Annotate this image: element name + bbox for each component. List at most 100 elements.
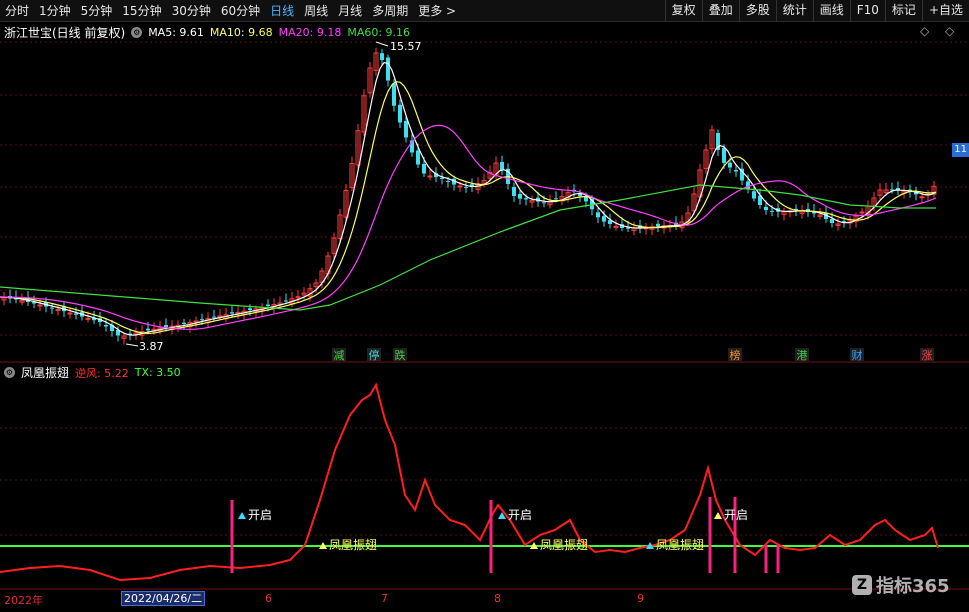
stock-title[interactable]: 浙江世宝(日线 前复权) <box>4 24 125 41</box>
chart-canvas[interactable]: 15.573.87 减停跌榜港财涨 开启凤凰振翅开启凤凰振翅 凤凰振翅开启 <box>0 0 969 612</box>
signal-text: 开启 <box>248 508 272 522</box>
watermark-text: 指标365 <box>876 576 950 597</box>
watermark: Z 指标365 <box>852 572 950 598</box>
period-tab-6[interactable]: 日线 <box>265 2 299 19</box>
event-marker-0: 减 <box>334 349 345 362</box>
candle-body <box>416 150 420 165</box>
candle-body <box>85 317 91 320</box>
signal-triangle-icon <box>238 512 246 519</box>
candle-body <box>919 196 925 199</box>
candle-body <box>500 161 504 171</box>
expand-icon[interactable]: ◇ <box>945 24 954 38</box>
high-pointer <box>375 41 389 47</box>
event-marker-6: 涨 <box>922 349 933 362</box>
candle-body <box>55 309 61 311</box>
low-pointer <box>125 343 139 347</box>
candle-body <box>392 83 396 106</box>
candle-body <box>446 180 450 182</box>
signal-label-3: 凤凰振翅 <box>530 537 588 552</box>
chart-grid <box>0 41 969 590</box>
candle-body <box>440 177 444 179</box>
toolbar-button-2[interactable]: 多股 <box>738 0 776 21</box>
settings-icon[interactable]: ⚙ <box>131 27 143 38</box>
toolbar-button-3[interactable]: 统计 <box>775 0 813 21</box>
period-tab-5[interactable]: 60分钟 <box>216 2 265 19</box>
signal-text: 凤凰振翅 <box>329 537 377 552</box>
event-marker-2: 跌 <box>395 348 406 362</box>
event-marker-4: 港 <box>797 349 808 362</box>
candle-body <box>602 216 606 222</box>
candle-body <box>457 185 463 188</box>
candle-body <box>542 202 546 204</box>
candle-body <box>656 223 660 227</box>
period-tab-4[interactable]: 30分钟 <box>167 2 216 19</box>
candle-body <box>146 328 150 331</box>
nifeng-value: 逆风: 5.22 <box>75 366 129 380</box>
candle-body <box>404 120 408 138</box>
candle-body <box>728 162 732 168</box>
toolbar-button-5[interactable]: F10 <box>849 0 885 21</box>
moving-average-lines <box>0 61 937 336</box>
ma5-value: MA5: 9.61 <box>148 26 204 39</box>
candle-body <box>380 53 384 60</box>
event-marker-3: 榜 <box>730 348 741 362</box>
candle-body <box>50 307 54 309</box>
candle-body <box>722 147 726 163</box>
candle-body <box>386 57 390 81</box>
period-tab-8[interactable]: 月线 <box>333 2 367 19</box>
candle-body <box>578 194 582 197</box>
toolbar-button-1[interactable]: 叠加 <box>701 0 739 21</box>
candle-body <box>427 175 433 178</box>
indicator-info-bar: ⚙ 凤凰振翅 逆风: 5.22 TX: 3.50 <box>4 364 181 381</box>
cursor-date: 2022/04/26/二 <box>121 591 206 606</box>
candle-body <box>266 304 270 306</box>
ma60-line <box>0 184 936 311</box>
signal-text: 开启 <box>508 508 532 522</box>
period-tab-7[interactable]: 周线 <box>299 2 333 19</box>
collapse-icon[interactable]: ◇ <box>920 24 929 38</box>
ma20-value: MA20: 9.18 <box>278 26 342 39</box>
candle-body <box>182 322 186 324</box>
year-label: 2022年 <box>4 594 43 607</box>
ma10-value: MA10: 9.68 <box>209 26 273 39</box>
signal-label-0: 开启 <box>238 508 272 522</box>
toolbar-button-6[interactable]: 标记 <box>884 0 922 21</box>
candle-body <box>200 319 204 321</box>
candle-body <box>752 191 756 199</box>
period-tab-10[interactable]: 更多 > <box>413 2 461 19</box>
toolbar-button-0[interactable]: 复权 <box>664 0 702 21</box>
candle-body <box>422 163 426 174</box>
toolbar-button-7[interactable]: +自选 <box>921 0 969 21</box>
month-tick-8: 8 <box>494 592 501 605</box>
candle-body <box>398 104 402 123</box>
candlesticks <box>1 47 937 345</box>
candle-body <box>596 212 600 218</box>
month-tick-6: 6 <box>265 592 272 605</box>
period-tab-1[interactable]: 1分钟 <box>34 2 76 19</box>
signal-text: 凤凰振翅 <box>540 537 588 552</box>
event-marker-5: 财 <box>852 348 863 362</box>
signal-text: 开启 <box>724 508 748 522</box>
signal-label-5: 开启 <box>714 508 748 522</box>
candle-body <box>512 186 516 196</box>
ma5-line <box>0 61 937 336</box>
candle-body <box>554 198 558 200</box>
candle-body <box>518 193 522 199</box>
candle-body <box>193 320 199 323</box>
indicator-name[interactable]: 凤凰振翅 <box>21 364 69 381</box>
period-tab-3[interactable]: 15分钟 <box>117 2 166 19</box>
period-tab-0[interactable]: 分时 <box>0 2 34 19</box>
candle-body <box>74 313 78 315</box>
candle-body <box>770 210 774 212</box>
indicator-line <box>0 382 939 582</box>
candle-body <box>284 300 288 302</box>
period-tab-9[interactable]: 多周期 <box>367 2 413 19</box>
indicator-settings-icon[interactable]: ⚙ <box>4 367 15 378</box>
candle-body <box>67 312 73 315</box>
candle-body <box>104 324 108 327</box>
period-tab-2[interactable]: 5分钟 <box>76 2 118 19</box>
main-info-bar: 浙江世宝(日线 前复权) ⚙ MA5: 9.61 MA10: 9.68 MA20… <box>4 24 410 41</box>
toolbar-button-4[interactable]: 画线 <box>812 0 850 21</box>
last-price-tag: 11 <box>952 143 969 157</box>
candle-body <box>734 170 738 172</box>
